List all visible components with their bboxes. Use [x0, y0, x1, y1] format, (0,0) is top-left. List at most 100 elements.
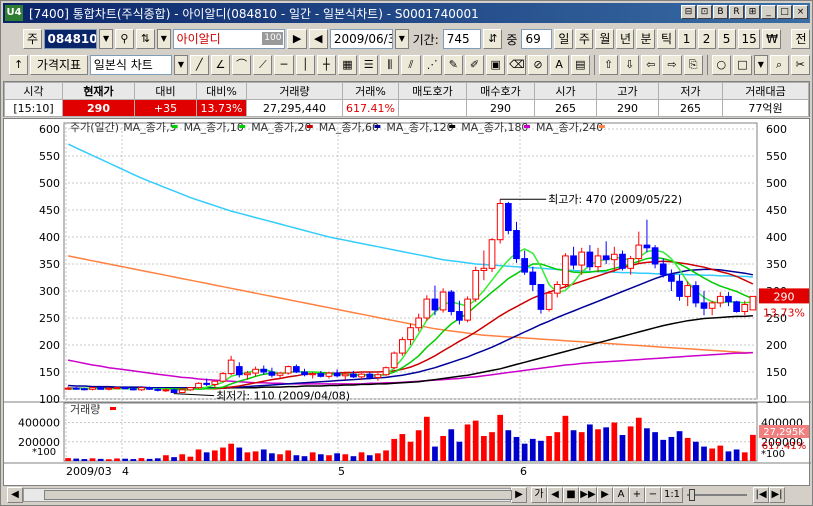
angle-icon[interactable]: ∠ — [210, 55, 231, 75]
channel-icon[interactable]: ⫽ — [401, 55, 421, 75]
volume-bar — [358, 452, 365, 461]
edit-icon[interactable]: ⊘ — [528, 55, 548, 75]
pencil-icon[interactable]: ✎ — [443, 55, 463, 75]
zoom-in-button[interactable]: + — [629, 487, 645, 503]
candle-body — [594, 255, 602, 268]
shape-dropdown-icon[interactable]: ▼ — [754, 55, 768, 75]
stock-code-input[interactable]: 084810 — [43, 29, 98, 49]
maximize-button[interactable]: □ — [777, 5, 792, 19]
nav-play-button[interactable]: ▶ — [597, 487, 613, 503]
period-input[interactable]: 745 — [442, 29, 482, 49]
interval-week-button[interactable]: 주 — [574, 29, 594, 49]
zoom-slider-thumb[interactable] — [689, 489, 695, 501]
scroll-thumb[interactable] — [44, 490, 512, 500]
zoom-icon[interactable]: ⌕ — [769, 55, 789, 75]
gann-icon[interactable]: ⫼ — [380, 55, 400, 75]
indicator-button[interactable]: 가격지표 — [30, 55, 88, 75]
window-controls: ⊟ ⊡ B R ⊞ _ □ × — [681, 5, 808, 19]
text-icon[interactable]: A — [549, 55, 569, 75]
circle-icon[interactable]: ○ — [711, 55, 731, 75]
price-chart[interactable]: 6006005505505005004504504004003503503003… — [4, 119, 811, 487]
volume-bar — [595, 429, 601, 461]
code-dropdown-icon[interactable]: ▼ — [99, 29, 113, 49]
parallel-icon[interactable]: ⋰ — [422, 55, 442, 75]
b-button[interactable]: B — [713, 5, 728, 19]
trendline-icon[interactable]: ╱ — [189, 55, 209, 75]
first-page-icon[interactable]: |◀ — [753, 487, 769, 503]
close-button[interactable]: × — [793, 5, 808, 19]
nav-text-button[interactable]: A — [613, 487, 629, 503]
minimize-button[interactable]: _ — [761, 5, 776, 19]
list-icon[interactable]: ⇅ — [135, 29, 156, 49]
market-type-select[interactable]: 주 — [23, 29, 42, 49]
list-dropdown-icon[interactable]: ▼ — [157, 29, 171, 49]
arrow-right-icon[interactable]: ⇨ — [662, 55, 682, 75]
volume-bar — [114, 458, 120, 461]
prev-button[interactable]: 전 — [791, 29, 810, 49]
date-input[interactable]: 2009/06/30 — [329, 29, 394, 49]
square-icon[interactable]: □ — [732, 55, 753, 75]
volume-bar — [301, 456, 308, 461]
lock-icon[interactable]: ▤ — [570, 55, 590, 75]
grid-icon[interactable]: ⊞ — [745, 5, 760, 19]
brush-icon[interactable]: ✐ — [464, 55, 485, 75]
fibonacci-icon[interactable]: ☰ — [359, 55, 379, 75]
legend-entry: MA_종가,5 — [123, 121, 176, 134]
interval-day-button[interactable]: 일 — [554, 29, 573, 49]
chart-area[interactable]: 6006005505505005004504504004003503503003… — [3, 118, 811, 487]
scroll-left-icon[interactable]: ◀ — [7, 487, 23, 503]
currency-button[interactable]: ₩ — [762, 29, 782, 49]
quote-header: 고가 — [596, 82, 659, 100]
zoom-reset-button[interactable]: 1:1 — [661, 487, 683, 503]
color-icon[interactable]: ▣ — [486, 55, 506, 75]
last-page-icon[interactable]: ▶| — [769, 487, 785, 503]
link-icon[interactable]: ⊟ — [681, 5, 696, 19]
nav-stop-button[interactable]: ■ — [563, 487, 579, 503]
eraser-icon[interactable]: ⌫ — [507, 55, 527, 75]
nav-back-button[interactable]: ◀ — [547, 487, 563, 503]
stock-name-field[interactable]: 아이알디 100 — [172, 29, 286, 49]
interval-minute-button[interactable]: 분 — [636, 29, 656, 49]
arc-icon[interactable]: ⌒ — [232, 55, 252, 75]
zoom-out-button[interactable]: − — [645, 487, 661, 503]
scroll-right-icon[interactable]: ▶ — [511, 487, 527, 503]
search-icon[interactable]: ⚲ — [114, 29, 134, 49]
quote-ask — [398, 99, 467, 117]
grid-lines-icon[interactable]: ▦ — [337, 55, 358, 75]
next-arrow-icon[interactable]: ▶ — [287, 29, 307, 49]
scroll-track[interactable] — [23, 488, 512, 502]
zoom-input[interactable]: 69 — [521, 29, 553, 49]
hline-icon[interactable]: ─ — [274, 55, 294, 75]
fan-icon[interactable]: ⟋ — [253, 55, 273, 75]
volume-bar — [244, 452, 251, 461]
minute-5-button[interactable]: 5 — [717, 29, 736, 49]
nav-ffwd-button[interactable]: ▶▶ — [579, 487, 597, 503]
minute-1-button[interactable]: 1 — [677, 29, 696, 49]
minute-2-button[interactable]: 2 — [697, 29, 716, 49]
prev-arrow-icon[interactable]: ◀ — [308, 29, 328, 49]
cross-line-icon[interactable]: ┼ — [316, 55, 336, 75]
period-spin-icon[interactable]: ⇵ — [483, 29, 503, 49]
interval-month-button[interactable]: 월 — [595, 29, 614, 49]
date-dropdown-icon[interactable]: ▼ — [395, 29, 409, 49]
tool-icon[interactable]: ✂ — [790, 55, 810, 75]
up-arrow-icon[interactable]: ↑ — [9, 55, 29, 75]
quote-header: 시각 — [4, 82, 63, 100]
chart-type-select[interactable]: 일본식 차트 — [89, 55, 173, 75]
vline-icon[interactable]: │ — [295, 55, 315, 75]
zoom-slider[interactable] — [687, 488, 747, 502]
interval-tick-button[interactable]: 틱 — [657, 29, 676, 49]
layout-icon[interactable]: ⊡ — [697, 5, 712, 19]
nav-ga-button[interactable]: 가 — [531, 487, 547, 503]
r-button[interactable]: R — [729, 5, 744, 19]
interval-year-button[interactable]: 년 — [615, 29, 635, 49]
arrow-left-icon[interactable]: ⇦ — [641, 55, 661, 75]
volume-bar — [105, 459, 112, 461]
legend-entry: MA_종가,60 — [319, 121, 379, 134]
minute-15-button[interactable]: 15 — [737, 29, 761, 49]
arrow-down-icon[interactable]: ⇩ — [620, 55, 640, 75]
arrow-up-icon[interactable]: ⇧ — [598, 55, 619, 75]
chart-type-dropdown-icon[interactable]: ▼ — [174, 55, 188, 75]
candle-body — [431, 298, 439, 311]
bookmark-icon[interactable]: ⎘ — [683, 55, 703, 75]
